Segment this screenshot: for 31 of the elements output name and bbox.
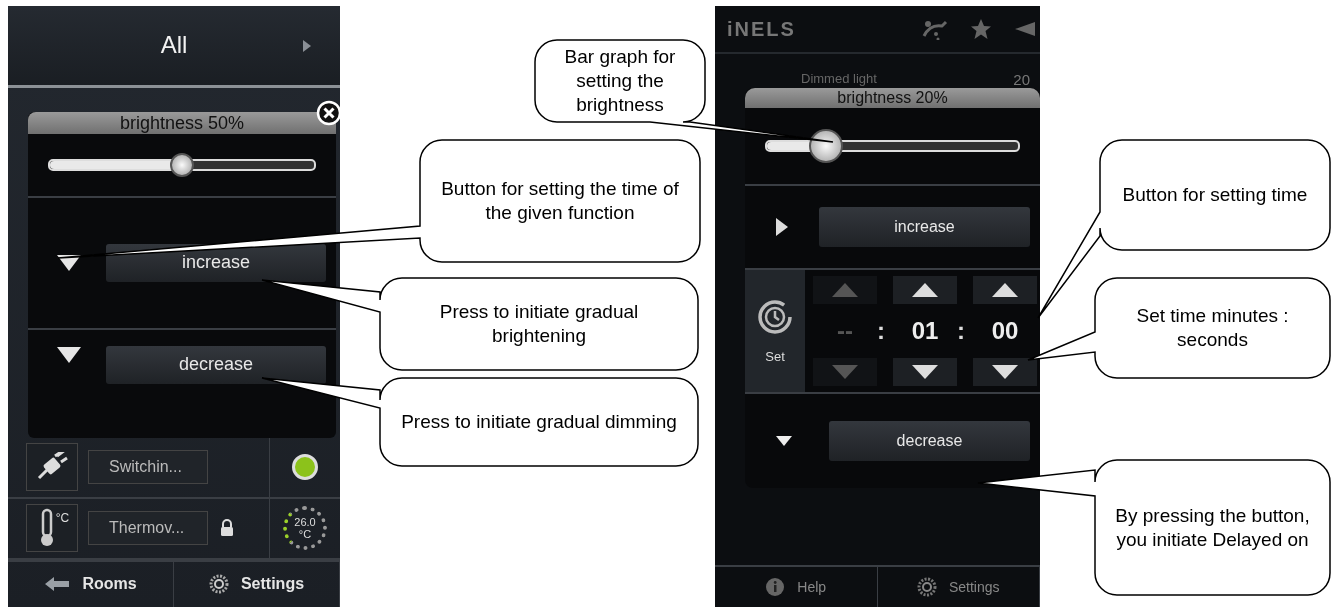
bottom-bar-button[interactable]: Settings xyxy=(174,561,340,607)
set-timer-button[interactable]: Set xyxy=(745,270,805,392)
device-name-field[interactable]: Switchin... xyxy=(88,450,208,485)
bottom-bar-button[interactable]: Help xyxy=(715,567,878,607)
device-name-field[interactable]: Thermov... xyxy=(88,511,208,546)
header-title: All xyxy=(160,31,188,60)
callout-text: Press to initiate gradual dimming xyxy=(401,410,677,434)
popup-button[interactable]: decrease xyxy=(829,421,1030,461)
time-separator: : xyxy=(877,317,885,345)
callout-text: Button for setting the time of the given function xyxy=(440,177,680,225)
time-value: 01 xyxy=(911,316,939,346)
bottom-bar-button[interactable]: Settings xyxy=(877,567,1040,607)
popup-title: brightness 50% xyxy=(28,111,336,134)
popup-button[interactable]: decrease xyxy=(106,345,326,384)
bottom-bar-button[interactable]: Rooms xyxy=(8,561,174,607)
time-separator: : xyxy=(957,317,965,345)
app-logo: iNELS xyxy=(727,17,796,41)
popup-title: brightness 20% xyxy=(745,88,1040,108)
dimmer-gauge: 20 xyxy=(1013,71,1030,88)
callout-text: Press to initiate gradual brightening xyxy=(438,300,640,348)
device-name-field: Dimmed light xyxy=(793,69,885,88)
temperature-gauge: 26.0 °C xyxy=(283,506,327,551)
callout-text: Button for setting time xyxy=(1122,183,1308,207)
callout-text: Set time minutes : seconds xyxy=(1135,304,1290,352)
callout-text: Bar graph for setting the brightness xyxy=(563,45,677,117)
time-value: 00 xyxy=(991,316,1019,346)
callout-text: By pressing the button, you initiate Delayed on xyxy=(1115,503,1310,552)
time-value: -- xyxy=(837,316,853,346)
unit-label: °C xyxy=(55,511,70,526)
popup-button[interactable]: increase xyxy=(819,207,1030,247)
device-icon-tile[interactable]: °C xyxy=(26,504,78,553)
